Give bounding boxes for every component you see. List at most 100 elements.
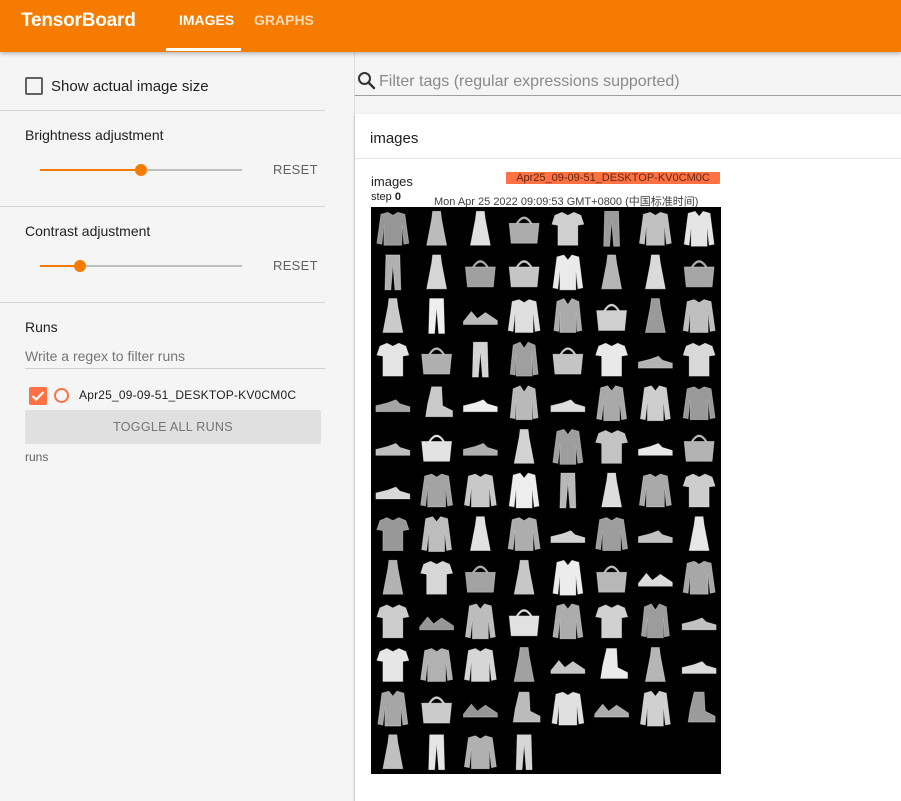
grid-item-tshirt xyxy=(376,648,410,682)
runs-filter-input[interactable] xyxy=(25,343,325,369)
bag-silhouette xyxy=(683,434,715,462)
grid-item-pullover xyxy=(507,299,541,333)
tag-filter-input[interactable] xyxy=(379,68,901,96)
bag-silhouette xyxy=(421,696,453,724)
shirt-silhouette xyxy=(509,341,539,377)
search-icon xyxy=(358,72,376,90)
pullover-silhouette xyxy=(420,648,454,682)
grid-item-bag xyxy=(421,434,453,462)
grid-item-dress xyxy=(644,254,666,290)
step-text: step xyxy=(371,191,392,203)
section-divider xyxy=(0,302,325,303)
grid-item-trouser xyxy=(428,298,446,334)
bag-silhouette xyxy=(421,347,453,375)
grid-item-boot xyxy=(687,691,716,723)
grid-item-dress xyxy=(469,516,491,552)
grid-item-sneaker xyxy=(637,442,673,456)
grid-item-bag xyxy=(421,347,453,375)
brightness-slider-fill xyxy=(40,169,141,171)
sneaker-silhouette xyxy=(375,399,411,413)
grid-item-pullover xyxy=(638,473,672,508)
grid-item-sneaker xyxy=(375,486,411,500)
grid-item-sneaker xyxy=(462,442,498,456)
sandal-silhouette xyxy=(462,310,498,325)
grid-item-pullover xyxy=(638,211,672,246)
brightness-reset-button[interactable]: RESET xyxy=(273,162,318,177)
grid-item-pullover xyxy=(420,473,454,508)
pullover-silhouette xyxy=(507,517,541,552)
pullover-silhouette xyxy=(507,299,541,333)
run-badge: Apr25_09-09-51_DESKTOP-KV0CM0C xyxy=(506,172,720,184)
show-actual-size-label: Show actual image size xyxy=(51,78,209,95)
grid-item-pullover xyxy=(682,386,716,421)
trouser-silhouette xyxy=(428,298,446,334)
step-label: step 0 xyxy=(371,191,401,203)
grid-item-trouser xyxy=(515,734,533,771)
grid-item-sneaker xyxy=(681,660,717,674)
runs-caption: runs xyxy=(25,450,49,464)
grid-item-tshirt xyxy=(420,560,454,595)
show-actual-size-checkbox[interactable] xyxy=(25,77,43,95)
toggle-all-runs-button[interactable]: TOGGLE ALL RUNS xyxy=(25,410,321,444)
pullover-silhouette xyxy=(463,473,497,508)
tshirt-silhouette xyxy=(595,429,629,464)
bag-silhouette xyxy=(596,303,628,331)
tab-graphs[interactable]: GRAPHS xyxy=(254,12,314,28)
coat-silhouette xyxy=(508,472,540,509)
dress-silhouette xyxy=(644,298,666,333)
contrast-slider-thumb[interactable] xyxy=(74,260,87,272)
grid-item-coat xyxy=(464,603,496,640)
grid-item-sneaker xyxy=(681,617,717,631)
grid-item-trouser xyxy=(559,472,577,509)
tshirt-silhouette xyxy=(551,211,585,246)
image-tag-label: images xyxy=(371,174,413,189)
trouser-silhouette xyxy=(559,472,577,509)
pullover-silhouette xyxy=(551,691,585,726)
dress-silhouette xyxy=(513,428,535,464)
sneaker-silhouette xyxy=(462,399,498,413)
coat-silhouette xyxy=(596,385,628,422)
bag-silhouette xyxy=(683,260,715,288)
grid-item-sandal xyxy=(462,310,498,325)
grid-item-tshirt xyxy=(595,604,629,639)
dress-silhouette xyxy=(644,647,666,682)
grid-item-sneaker xyxy=(375,399,411,413)
grid-item-shirt xyxy=(553,298,583,333)
tshirt-silhouette xyxy=(420,560,454,595)
sneaker-silhouette xyxy=(462,442,498,456)
pullover-silhouette xyxy=(638,473,672,508)
grid-item-pullover xyxy=(463,648,497,682)
tab-images[interactable]: IMAGES xyxy=(179,12,234,28)
tshirt-silhouette xyxy=(595,604,629,639)
grid-item-coat xyxy=(508,472,540,509)
grid-item-bag xyxy=(464,260,496,288)
image-grid[interactable] xyxy=(371,207,721,774)
bag-silhouette xyxy=(552,347,584,375)
pullover-silhouette xyxy=(463,648,497,682)
pullover-silhouette xyxy=(682,299,716,333)
grid-item-pullover xyxy=(463,735,497,770)
check-icon xyxy=(31,391,45,402)
grid-item-dress xyxy=(513,647,535,682)
trouser-silhouette xyxy=(471,341,489,378)
sandal-silhouette xyxy=(637,572,673,587)
contrast-reset-button[interactable]: RESET xyxy=(273,258,318,273)
coat-silhouette xyxy=(552,559,584,596)
shirt-silhouette xyxy=(640,603,670,639)
boot-silhouette xyxy=(512,691,541,723)
coat-silhouette xyxy=(683,210,715,247)
run-color-radio[interactable] xyxy=(54,388,69,403)
grid-item-bag xyxy=(552,347,584,375)
pullover-silhouette xyxy=(376,211,410,246)
bag-silhouette xyxy=(464,565,496,593)
sneaker-silhouette xyxy=(550,530,586,544)
grid-item-trouser xyxy=(428,734,446,771)
coat-silhouette xyxy=(377,690,409,727)
grid-item-dress xyxy=(644,298,666,333)
grid-item-trouser xyxy=(384,254,402,291)
grid-item-dress xyxy=(382,734,404,770)
grid-item-tshirt xyxy=(595,342,629,377)
brightness-slider-thumb[interactable] xyxy=(135,164,147,176)
run-checkbox[interactable] xyxy=(29,387,47,405)
shirt-silhouette xyxy=(553,298,583,333)
